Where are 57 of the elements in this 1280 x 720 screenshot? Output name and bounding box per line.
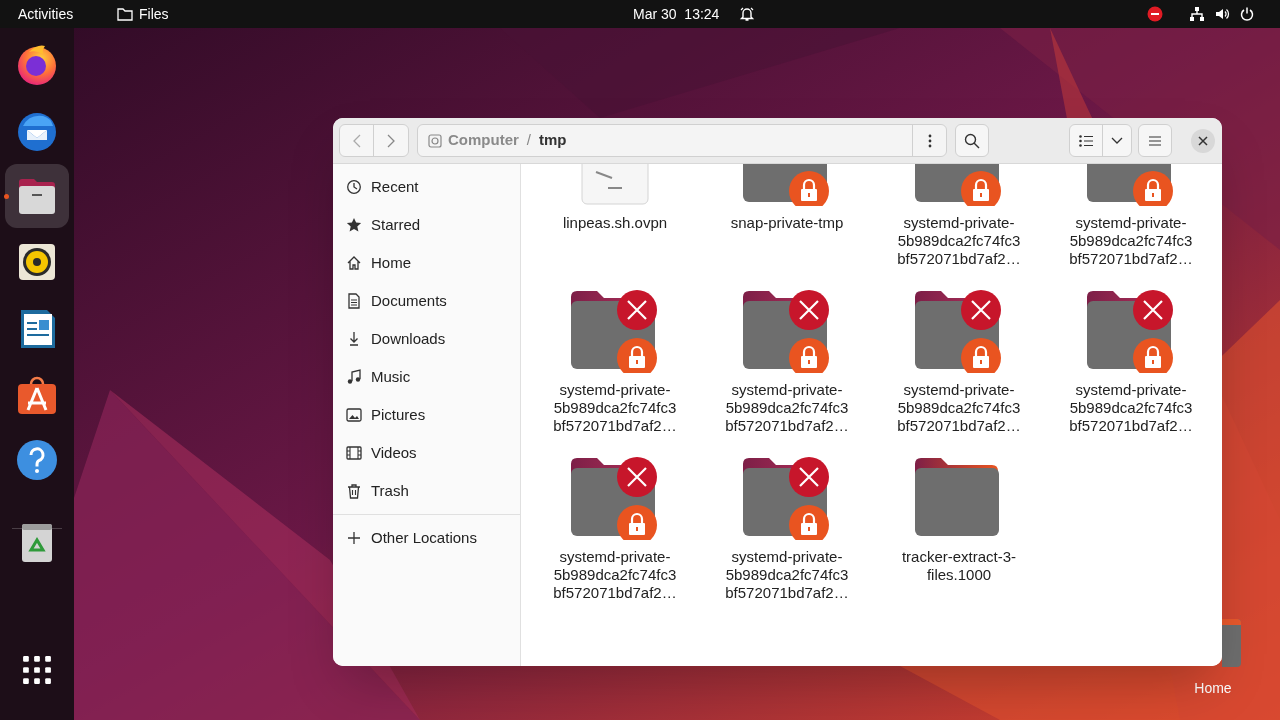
file-item[interactable]: linpeas.sh.ovpn xyxy=(529,164,701,287)
sidebar-item[interactable]: Starred xyxy=(339,206,514,244)
question-mark-icon xyxy=(15,438,59,482)
music-note-icon xyxy=(346,369,362,385)
chevron-down-icon xyxy=(1111,136,1123,145)
sidebar-item[interactable]: Documents xyxy=(339,282,514,320)
disk-icon xyxy=(428,133,442,148)
file-item[interactable]: snap-private-tmp xyxy=(701,164,873,287)
close-icon xyxy=(1198,135,1208,146)
sidebar-item[interactable]: Trash xyxy=(339,472,514,510)
menu-icon xyxy=(1149,135,1161,146)
file-item[interactable]: systemd-private-5b989dca2fc74fc3bf572071bd7af2… xyxy=(1045,287,1217,454)
path-separator: / xyxy=(526,130,531,151)
sidebar-item[interactable]: Downloads xyxy=(339,320,514,358)
file-item[interactable]: systemd-private-5b989dca2fc74fc3bf572071bd7af2… xyxy=(873,287,1045,454)
document-icon xyxy=(346,293,362,309)
vertical-dots-icon xyxy=(927,133,932,148)
search-icon xyxy=(964,132,980,149)
power-icon[interactable] xyxy=(1239,6,1255,22)
dock-item[interactable] xyxy=(5,164,69,228)
sidebar-item[interactable]: Home xyxy=(339,244,514,282)
file-item[interactable]: systemd-private-5b989dca2fc74fc3bf572071bd7af2… xyxy=(529,454,701,621)
file-item[interactable]: systemd-private-5b989dca2fc74fc3bf572071bd7af2… xyxy=(701,287,873,454)
sidebar-item[interactable]: Music xyxy=(339,358,514,396)
chevron-right-icon xyxy=(387,133,395,148)
clock-button[interactable]: Mar 30 13:24 xyxy=(625,0,728,28)
star-icon xyxy=(346,217,362,233)
file-item[interactable]: systemd-private-5b989dca2fc74fc3bf572071bd7af2… xyxy=(701,454,873,621)
network-icon[interactable] xyxy=(1189,6,1205,22)
plus-icon xyxy=(346,530,362,546)
volume-icon[interactable] xyxy=(1214,6,1230,22)
chevron-left-icon xyxy=(352,133,361,148)
bell-icon[interactable] xyxy=(739,6,755,22)
image-icon xyxy=(346,407,362,423)
path-crumb[interactable]: tmp xyxy=(539,129,567,152)
sidebar-item[interactable]: Other Locations xyxy=(339,519,514,557)
sidebar-item[interactable]: Pictures xyxy=(339,396,514,434)
app-menu-button[interactable]: Files xyxy=(112,0,174,28)
sidebar-item[interactable]: Recent xyxy=(339,168,514,206)
close-button[interactable] xyxy=(1191,128,1215,153)
film-icon xyxy=(346,445,362,461)
main-menu-button[interactable] xyxy=(1138,124,1172,157)
file-item[interactable]: systemd-private-5b989dca2fc74fc3bf572071bd7af2… xyxy=(1045,164,1217,287)
list-icon xyxy=(1079,134,1093,147)
trash-icon xyxy=(346,483,362,499)
clock-icon xyxy=(346,179,362,195)
do-not-disturb-icon[interactable] xyxy=(1147,6,1163,22)
file-item[interactable]: systemd-private-5b989dca2fc74fc3bf572071bd7af2… xyxy=(529,287,701,454)
desktop-icon-label[interactable]: Home xyxy=(1180,678,1246,699)
activities-button[interactable]: Activities xyxy=(8,0,84,28)
sidebar-item[interactable]: Videos xyxy=(339,434,514,472)
search-button[interactable] xyxy=(955,124,989,157)
home-icon xyxy=(346,255,362,271)
file-item[interactable]: systemd-private-5b989dca2fc74fc3bf572071bd7af2… xyxy=(873,164,1045,287)
running-indicator xyxy=(4,194,9,199)
file-item[interactable]: tracker-extract-3-files.1000 xyxy=(873,454,1045,621)
folder-icon xyxy=(117,7,133,21)
